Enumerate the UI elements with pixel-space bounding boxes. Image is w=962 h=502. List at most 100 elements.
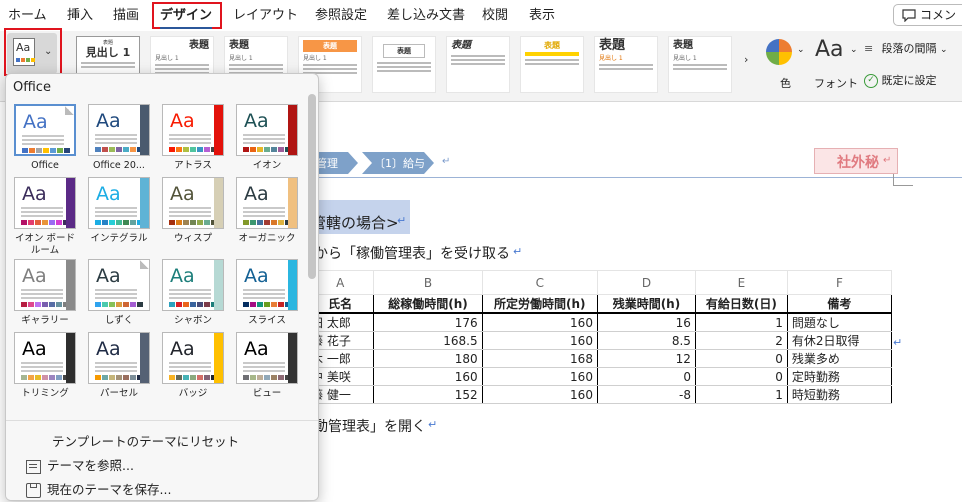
header-rule (306, 177, 962, 178)
scrollbar[interactable] (308, 94, 316, 279)
table-header-row: 氏名 総稼働時間(h) 所定労働時間(h) 残業時間(h) 有給日数(日) 備考 (305, 294, 893, 314)
theme-option[interactable]: Aa スライス (234, 259, 300, 327)
table-cell: 定時勤務 (786, 367, 893, 386)
set-as-default-button[interactable]: ✓ 既定に設定 (864, 72, 962, 90)
gallery-next-icon[interactable]: › (744, 53, 748, 66)
theme-label: バッジ (178, 388, 208, 399)
table-header: 有給日数(日) (694, 294, 788, 314)
paragraph-spacing-icon: ≡ (864, 42, 874, 55)
theme-label: オーガニック (238, 233, 296, 244)
table-header: 残業時間(h) (596, 294, 696, 314)
table-cell: 168.5 (373, 331, 483, 350)
theme-preview: Aa (236, 332, 298, 384)
theme-label: Office (31, 160, 59, 171)
column-letter: B (373, 270, 483, 295)
theme-label: スライス (248, 315, 286, 326)
theme-option[interactable]: Aa シャボン (160, 259, 226, 327)
theme-label: ウィスプ (173, 233, 212, 244)
table-cell: 160 (481, 312, 598, 332)
save-theme-button[interactable]: 現在のテーマを保存... (26, 479, 171, 498)
chevron-down-icon: ⌄ (940, 45, 948, 55)
return-mark: ↵ (893, 336, 903, 349)
table-cell: 160 (481, 367, 598, 386)
column-letter: F (786, 270, 893, 295)
table-cell: -8 (596, 385, 696, 404)
table-cell: 160 (373, 367, 483, 386)
table-row: 田 太郎 176 160 16 1 問題なし (305, 312, 893, 332)
style-set-thumb[interactable]: 表題 (520, 36, 584, 93)
theme-option[interactable]: Aa パーセル (86, 332, 152, 400)
theme-panel-footer: テンプレートのテーマにリセット テーマを参照... 現在のテーマを保存... (6, 420, 318, 500)
style-set-thumb[interactable]: 表題 (372, 36, 436, 93)
theme-option[interactable]: Aa アトラス (160, 104, 226, 172)
table-cell: 160 (481, 331, 598, 350)
theme-label: イオン ボード ルーム (14, 233, 76, 256)
tab-home[interactable]: ホーム (8, 7, 47, 25)
confidential-badge: 社外秘 ↵ (814, 148, 898, 174)
table-cell: 1 (694, 312, 788, 332)
theme-label: しずく (104, 315, 134, 326)
paragraph-spacing-button[interactable]: ≡ 段落の間隔 ⌄ (864, 40, 962, 58)
tab-insert[interactable]: 挿入 (67, 7, 93, 25)
theme-option[interactable]: Aa ギャラリー (12, 259, 78, 327)
return-mark: ↵ (883, 155, 892, 166)
theme-option[interactable]: Aa バッジ (160, 332, 226, 400)
column-letter: D (596, 270, 696, 295)
tab-mailings[interactable]: 差し込み文書 (387, 7, 465, 25)
style-set-thumb[interactable]: 表題 見出し 1 (594, 36, 658, 93)
colors-icon (766, 39, 792, 65)
reset-theme-button[interactable]: テンプレートのテーマにリセット (52, 431, 239, 450)
table-header: 総稼働時間(h) (373, 294, 483, 314)
checkmark-circle-icon: ✓ (864, 74, 878, 88)
theme-preview: Aa (14, 259, 76, 311)
chevron-down-icon: ⌄ (850, 45, 858, 55)
theme-option[interactable]: Aa しずく (86, 259, 152, 327)
section-heading-text: 管轄の場合> (311, 214, 399, 232)
table-cell: 152 (373, 385, 483, 404)
theme-preview: Aa (162, 104, 224, 156)
theme-option[interactable]: Aa Office (12, 104, 78, 172)
tab-view[interactable]: 表示 (529, 7, 555, 25)
active-tab-indicator (160, 27, 212, 29)
theme-option[interactable]: Aa Office 20... (86, 104, 152, 172)
comment-button[interactable]: コメン (893, 4, 962, 26)
theme-option[interactable]: Aa オーガニック (234, 177, 300, 245)
breadcrumb-item: 管理 (316, 157, 338, 170)
design-tab-highlight (152, 2, 222, 29)
table-cell: 160 (481, 385, 598, 404)
theme-preview: Aa (236, 259, 298, 311)
tab-layout[interactable]: レイアウト (233, 7, 298, 25)
browse-themes-button[interactable]: テーマを参照... (26, 455, 134, 474)
theme-label: ギャラリー (21, 315, 69, 326)
table-header: 備考 (786, 294, 893, 314)
table-cell: 180 (373, 349, 483, 368)
theme-preview: Aa (88, 259, 150, 311)
theme-option[interactable]: Aa イオン ボード ルーム (12, 177, 78, 257)
theme-label: トリミング (21, 388, 69, 399)
comment-icon (902, 9, 916, 22)
theme-option[interactable]: Aa イオン (234, 104, 300, 172)
theme-preview: Aa (162, 332, 224, 384)
table-cell: 16 (596, 312, 696, 332)
fonts-button[interactable]: Aa ⌄ フォント (812, 37, 860, 93)
theme-option[interactable]: Aa ビュー (234, 332, 300, 400)
tab-draw[interactable]: 描画 (113, 7, 139, 25)
column-letter-row: A B C D E F (305, 270, 893, 295)
tab-review[interactable]: 校閲 (482, 7, 508, 25)
theme-group-title: Office (13, 80, 51, 95)
theme-label: ビュー (252, 388, 282, 399)
style-set-thumb[interactable]: 表題 見出し 1 (668, 36, 732, 93)
work-hours-table: A B C D E F 氏名 総稼働時間(h) 所定労働時間(h) 残業時間(h… (305, 270, 893, 404)
theme-option[interactable]: Aa インテグラル (86, 177, 152, 245)
colors-button[interactable]: ⌄ 色 (764, 37, 806, 93)
breadcrumb: 管理 〔1〕給与 (306, 152, 456, 174)
theme-option[interactable]: Aa トリミング (12, 332, 78, 400)
paragraph-spacing-label: 段落の間隔 (881, 42, 937, 55)
tab-references[interactable]: 参照設定 (315, 7, 367, 25)
theme-preview: Aa (162, 177, 224, 229)
table-header: 所定労働時間(h) (481, 294, 598, 314)
style-set-thumb[interactable]: 表題 (446, 36, 510, 93)
themes-dropdown: Office Aa Office Aa Office 20... Aa アトラス Aa イオン… (5, 73, 319, 501)
table-cell: 0 (596, 367, 696, 386)
theme-option[interactable]: Aa ウィスプ (160, 177, 226, 245)
